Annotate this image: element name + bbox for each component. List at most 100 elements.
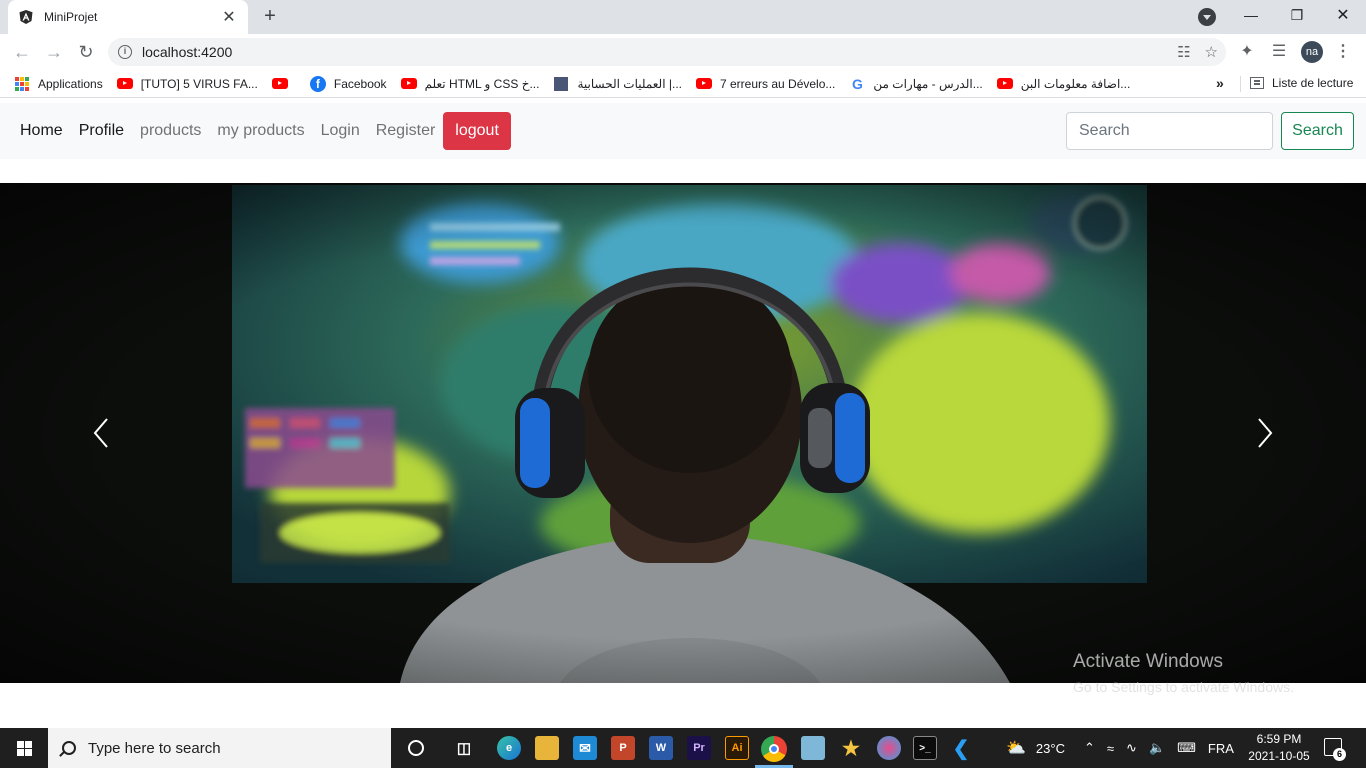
network-icon[interactable]: ≈	[1107, 741, 1114, 756]
search-input[interactable]	[1066, 112, 1273, 150]
paint-icon[interactable]	[877, 736, 901, 760]
facebook-icon: f	[309, 75, 326, 92]
carousel-prev-icon[interactable]	[87, 415, 117, 451]
language-indicator[interactable]: FRA	[1208, 741, 1234, 756]
nav-login-link[interactable]: Login	[321, 122, 360, 140]
youtube-icon	[996, 76, 1013, 92]
browser-tab[interactable]: MiniProjet ✕	[8, 0, 248, 34]
new-tab-icon[interactable]: +	[258, 5, 282, 29]
mail-icon[interactable]: ✉	[573, 736, 597, 760]
premiere-icon[interactable]: Pr	[687, 736, 711, 760]
info-icon[interactable]: i	[118, 45, 132, 59]
clock-date: 2021-10-05	[1248, 749, 1310, 763]
apps-grid-icon	[14, 76, 30, 92]
bookmark-label: اضافة معلومات البن...	[1020, 76, 1131, 91]
youtube-icon	[696, 76, 712, 92]
cortana-icon[interactable]	[404, 736, 428, 760]
clock-time: 6:59 PM	[1256, 732, 1302, 746]
terminal-icon[interactable]: >_	[913, 736, 937, 760]
wifi-icon[interactable]: ∿	[1126, 740, 1137, 756]
bookmarks-bar: Applications [TUTO] 5 VIRUS FA... f Face…	[0, 70, 1366, 98]
bookmark-item[interactable]: 7 erreurs au Dévelo...	[696, 76, 835, 92]
taskbar-search-placeholder: Type here to search	[88, 739, 221, 757]
powerpoint-icon[interactable]: P	[611, 736, 635, 760]
tray-chevron-icon[interactable]: ⌃	[1084, 740, 1095, 756]
search-button[interactable]: Search	[1281, 112, 1354, 150]
weather-temperature: 23°C	[1035, 740, 1065, 756]
reload-icon[interactable]: ↻	[74, 40, 98, 64]
browser-toolbar: ← → ↻ i localhost:4200 ☷ ☆ ✦ ☰ na ⋮	[0, 34, 1366, 70]
hero-carousel	[0, 183, 1366, 683]
edge-icon[interactable]: e	[497, 736, 521, 760]
logout-button[interactable]: logout	[443, 112, 511, 150]
tab-title: MiniProjet	[44, 10, 98, 24]
vscode-icon[interactable]: ❮	[949, 736, 973, 760]
weather-cloud-icon: ⛅	[1006, 740, 1026, 757]
search-icon	[62, 741, 76, 755]
bookmark-item[interactable]	[271, 76, 296, 92]
illustrator-icon[interactable]: Ai	[725, 736, 749, 760]
bookmark-item[interactable]: العمليات الحسابية |...	[553, 76, 682, 92]
bookmarks-divider	[1240, 76, 1241, 92]
extensions-icon[interactable]: ✦	[1236, 41, 1258, 63]
bookmark-item[interactable]: [TUTO] 5 VIRUS FA...	[116, 76, 258, 92]
angular-icon	[18, 9, 34, 25]
forward-icon[interactable]: →	[42, 40, 66, 64]
taskbar-clock[interactable]: 6:59 PM 2021-10-05	[1244, 731, 1314, 765]
bookmark-item[interactable]: G الدرس - مهارات من...	[849, 75, 983, 92]
browser-tabstrip: MiniProjet ✕ + — ❐ ✕	[0, 0, 1366, 34]
carousel-slide-image	[0, 183, 1366, 683]
file-explorer-icon[interactable]	[535, 736, 559, 760]
start-button[interactable]	[0, 728, 48, 768]
bookmark-item[interactable]: اضافة معلومات البن...	[996, 76, 1131, 92]
close-tab-icon[interactable]: ✕	[220, 7, 238, 27]
bookmark-label: Applications	[38, 76, 103, 91]
restore-icon[interactable]: ❐	[1274, 0, 1320, 30]
favorites-star-icon[interactable]: ★	[839, 736, 863, 760]
taskbar-search-box[interactable]: Type here to search	[48, 728, 391, 768]
translate-icon[interactable]: ☷	[1177, 43, 1190, 61]
bookmark-label: 7 erreurs au Dévelo...	[720, 76, 836, 91]
watermark-title: Activate Windows	[1073, 651, 1223, 672]
profile-avatar[interactable]: na	[1301, 41, 1323, 63]
windows-logo-icon	[16, 740, 32, 756]
task-view-icon[interactable]: ◫	[452, 736, 476, 760]
back-icon[interactable]: ←	[10, 40, 34, 64]
close-window-icon[interactable]: ✕	[1320, 0, 1366, 30]
bookmark-label: تعلم HTML و CSS خ...	[424, 76, 540, 91]
carousel-next-icon[interactable]	[1249, 415, 1279, 451]
menu-kebab-icon[interactable]: ⋮	[1332, 41, 1354, 63]
bookmark-label: Facebook	[333, 76, 387, 91]
watermark-subtitle: Go to Settings to activate Windows.	[1073, 679, 1294, 695]
bookmark-label: الدرس - مهارات من...	[873, 76, 983, 91]
weather-widget[interactable]: ⛅ 23°C	[1006, 728, 1065, 768]
notepad-icon[interactable]	[801, 736, 825, 760]
nav-my-products-link[interactable]: my products	[217, 122, 304, 140]
nav-profile-link[interactable]: Profile	[79, 122, 124, 140]
volume-icon[interactable]: 🔈	[1149, 740, 1165, 756]
minimize-icon[interactable]: —	[1228, 0, 1274, 30]
url-text: localhost:4200	[142, 44, 233, 60]
nav-home-link[interactable]: Home	[20, 122, 63, 140]
address-bar[interactable]: i localhost:4200 ☷ ☆	[108, 38, 1226, 66]
notification-count-badge: 6	[1333, 748, 1346, 761]
tab-search-icon[interactable]	[1198, 8, 1216, 26]
search-form: Search	[1066, 112, 1354, 150]
reading-list-label: Liste de lecture	[1272, 76, 1354, 90]
media-queue-icon[interactable]: ☰	[1268, 41, 1290, 63]
chrome-icon[interactable]	[761, 736, 787, 762]
nav-products-link[interactable]: products	[140, 122, 201, 140]
nav-register-link[interactable]: Register	[376, 122, 436, 140]
app-navbar: Home Profile products my products Login …	[0, 103, 1366, 159]
more-bookmarks-icon[interactable]: »	[1216, 75, 1224, 91]
word-icon[interactable]: W	[649, 736, 673, 760]
bookmark-label: [TUTO] 5 VIRUS FA...	[140, 76, 258, 91]
bookmark-item[interactable]: تعلم HTML و CSS خ...	[400, 76, 540, 92]
bookmark-applications[interactable]: Applications	[14, 76, 103, 92]
reading-list-button[interactable]: Liste de lecture	[1250, 76, 1353, 90]
google-icon: G	[851, 75, 863, 92]
bookmark-star-icon[interactable]: ☆	[1205, 43, 1218, 61]
keyboard-icon[interactable]: ⌨	[1177, 740, 1196, 756]
bookmark-facebook[interactable]: f Facebook	[309, 75, 387, 92]
reading-list-icon	[1250, 77, 1264, 89]
